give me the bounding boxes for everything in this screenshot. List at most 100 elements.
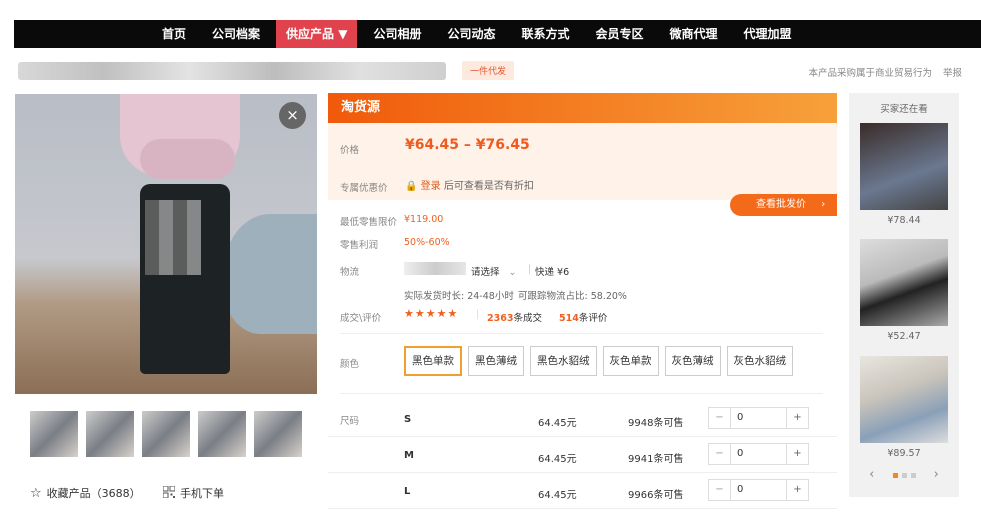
size-row: L 64.45元 9966条可售 − 0 +	[328, 473, 837, 509]
ship-time: 实际发货时长: 24-48小时	[404, 291, 514, 302]
collect-button[interactable]: ☆ 收藏产品（3688）	[30, 485, 141, 501]
nav-company-profile[interactable]: 公司档案	[202, 20, 270, 48]
size-name: M	[404, 450, 414, 461]
minus-button[interactable]: −	[709, 408, 731, 428]
login-link[interactable]: 登录	[421, 181, 441, 192]
product-title-bar: 一件代发 本产品采购属于商业贸易行为 举报	[14, 56, 964, 86]
plus-button[interactable]: +	[786, 408, 808, 428]
color-option-selected[interactable]: 黑色单款	[404, 346, 462, 376]
price-range: ¥64.45 – ¥76.45	[405, 137, 530, 153]
express-fee: 快递 ¥6	[535, 267, 570, 278]
thumbnail[interactable]	[86, 411, 134, 457]
chevron-right-icon: ›	[821, 199, 826, 210]
login-hint: 🔒 登录 后可查看是否有折扣	[405, 181, 534, 192]
product-info-panel: 淘货源 价格 ¥64.45 – ¥76.45 专属优惠价 🔒 登录 后可查看是否…	[328, 93, 837, 523]
quantity-stepper: − 0 +	[708, 407, 809, 429]
size-stock: 9966条可售	[628, 490, 684, 501]
lock-icon: 🔒	[405, 181, 418, 192]
chevron-down-icon: ⌄	[508, 267, 517, 278]
thumbnail[interactable]	[254, 411, 302, 457]
recommend-image[interactable]	[860, 239, 948, 326]
pager-dot[interactable]	[901, 473, 907, 478]
also-viewed-sidebar: 买家还在看 ¥78.44 ¥52.47 ¥89.57 ‹ ›	[849, 93, 959, 497]
size-name: L	[404, 486, 411, 497]
quantity-input[interactable]: 0	[737, 484, 743, 495]
nav-album[interactable]: 公司相册	[363, 20, 431, 48]
top-nav: 首页 公司档案 供应产品 ▼ 公司相册 公司动态 联系方式 会员专区 微商代理 …	[14, 20, 981, 48]
min-retail-label: 最低零售限价	[340, 217, 398, 228]
color-option[interactable]: 黑色水貂绒	[530, 346, 597, 376]
recommend-image[interactable]	[860, 356, 948, 443]
minus-button[interactable]: −	[709, 480, 731, 500]
nav-members[interactable]: 会员专区	[586, 20, 654, 48]
size-stock: 9948条可售	[628, 418, 684, 429]
discount-label: 专属优惠价	[340, 183, 388, 194]
min-retail-value: ¥119.00	[404, 214, 444, 225]
nav-wechat-agent[interactable]: 微商代理	[660, 20, 728, 48]
review-count[interactable]: 514条评价	[559, 310, 607, 324]
price-label: 价格	[340, 145, 360, 156]
thumbnail-strip	[30, 411, 302, 457]
plus-button[interactable]: +	[786, 480, 808, 500]
rating-stars: ★★★★★	[404, 307, 459, 320]
recommend-price: ¥52.47	[887, 331, 921, 342]
logistics-select[interactable]: 请选择 ⌄	[471, 264, 517, 278]
collect-label: 收藏产品（3688）	[46, 487, 141, 500]
mobile-order-label: 手机下单	[180, 487, 224, 500]
color-label: 颜色	[340, 359, 360, 370]
pixelated-region	[145, 200, 201, 275]
mobile-order-button[interactable]: 手机下单	[162, 485, 224, 501]
pager-dot-active[interactable]	[892, 473, 898, 478]
price-box: 价格 ¥64.45 – ¥76.45 专属优惠价 🔒 登录 后可查看是否有折扣	[328, 123, 837, 200]
size-row: S 64.45元 9948条可售 − 0 +	[328, 401, 837, 437]
logistics-label: 物流	[340, 267, 360, 278]
deal-review-label: 成交\评价	[340, 313, 382, 324]
nav-news[interactable]: 公司动态	[437, 20, 505, 48]
thumbnail[interactable]	[142, 411, 190, 457]
quantity-stepper: − 0 +	[708, 443, 809, 465]
quantity-stepper: − 0 +	[708, 479, 809, 501]
main-product-image[interactable]	[15, 94, 317, 394]
plus-button[interactable]: +	[786, 444, 808, 464]
sidebar-pager: ‹ ›	[849, 467, 959, 482]
deal-count[interactable]: 2363条成交	[487, 310, 542, 324]
color-option[interactable]: 黑色薄绒	[468, 346, 524, 376]
view-wholesale-price-button[interactable]: 查看批发价 ›	[730, 194, 837, 216]
qr-icon	[162, 485, 176, 501]
thumbnail[interactable]	[30, 411, 78, 457]
recommend-price: ¥78.44	[887, 215, 921, 226]
thumbnail[interactable]	[198, 411, 246, 457]
size-name: S	[404, 414, 412, 425]
source-header: 淘货源	[328, 93, 837, 123]
quantity-input[interactable]: 0	[737, 448, 743, 459]
color-option[interactable]: 灰色薄绒	[664, 346, 721, 376]
nav-contact[interactable]: 联系方式	[511, 20, 579, 48]
pager-dot[interactable]	[910, 473, 916, 478]
chevron-right-icon[interactable]: ›	[934, 467, 939, 482]
color-option[interactable]: 灰色单款	[602, 346, 659, 376]
recommend-image[interactable]	[860, 123, 948, 210]
quantity-input[interactable]: 0	[737, 412, 743, 423]
close-icon[interactable]: ×	[279, 102, 306, 129]
blurred-product-title	[18, 62, 446, 80]
size-price: 64.45元	[538, 418, 577, 429]
star-icon: ☆	[30, 485, 42, 501]
report-link[interactable]: 举报	[943, 65, 962, 79]
profit-value: 50%-60%	[404, 237, 450, 248]
chevron-left-icon[interactable]: ‹	[869, 467, 874, 482]
recommend-price: ¥89.57	[887, 448, 921, 459]
blurred-origin	[404, 262, 466, 275]
dropship-tag: 一件代发	[462, 61, 515, 80]
size-price: 64.45元	[538, 454, 577, 465]
nav-home[interactable]: 首页	[152, 20, 196, 48]
profit-label: 零售利润	[340, 240, 379, 251]
nav-franchise[interactable]: 代理加盟	[734, 20, 802, 48]
size-stock: 9941条可售	[628, 454, 684, 465]
color-option[interactable]: 灰色水貂绒	[726, 346, 793, 376]
nav-products[interactable]: 供应产品 ▼	[276, 20, 358, 48]
track-rate: 可跟踪物流占比: 58.20%	[518, 291, 627, 302]
minus-button[interactable]: −	[709, 444, 731, 464]
size-row: M 64.45元 9941条可售 − 0 +	[328, 437, 837, 473]
trade-notice: 本产品采购属于商业贸易行为	[808, 68, 932, 79]
size-price: 64.45元	[538, 490, 577, 501]
